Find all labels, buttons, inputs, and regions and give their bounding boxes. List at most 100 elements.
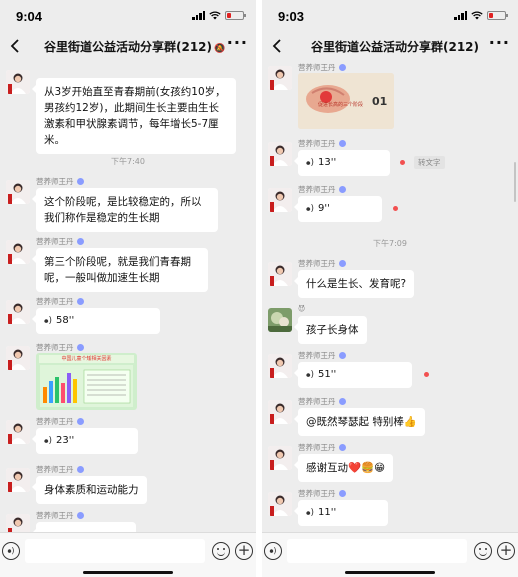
image-message[interactable]: 中国儿童个矮相关因素 — [36, 353, 137, 410]
system-icons — [454, 11, 508, 20]
voice-wave-icon: ⦁) — [306, 508, 315, 518]
left-phone-screen: 9:04 谷里街道公益活动分享群(212) 🔕 ··· 从3岁开始直至青春期前(女… — [0, 0, 256, 577]
scrollbar[interactable] — [514, 162, 516, 202]
message-bubble[interactable]: 孩子长身体 — [294, 316, 367, 344]
system-icons — [192, 11, 246, 20]
sender-name: 营养师王丹 — [36, 236, 84, 247]
voice-duration: 13'' — [318, 157, 337, 168]
voice-message[interactable]: ⦁) 11'' — [294, 500, 388, 526]
voice-message[interactable]: ⦁) 9'' — [294, 196, 382, 222]
voice-message[interactable]: ⦁) 13'' — [294, 150, 390, 176]
message-bubble[interactable]: 从3岁开始直至青春期前(女孩约10岁，男孩约12岁)，此期间生长主要由生长激素和… — [32, 78, 236, 154]
image-chart-graphic — [40, 365, 133, 407]
more-icon[interactable]: ··· — [489, 33, 510, 52]
signal-icon — [192, 11, 205, 20]
chat-title-text: 谷里街道公益活动分享群(212) — [44, 40, 213, 54]
voice-duration: 51'' — [318, 369, 337, 380]
sender-name-text: 营养师王丹 — [36, 343, 74, 352]
image-card-title: 中国儿童个矮相关因素 — [39, 355, 134, 363]
chat-title: 谷里街道公益活动分享群(212) — [306, 38, 484, 55]
badge-icon — [76, 418, 84, 425]
avatar[interactable] — [6, 514, 30, 532]
sender-name-text: 营养师王丹 — [298, 397, 336, 406]
sender-name: 营养师王丹 — [36, 342, 84, 353]
avatar[interactable] — [6, 240, 30, 264]
avatar[interactable] — [268, 492, 292, 516]
unread-dot — [400, 160, 405, 165]
badge-icon — [338, 490, 346, 497]
avatar[interactable] — [268, 400, 292, 424]
sender-name: 营养师王丹 — [36, 510, 84, 521]
voice-message[interactable]: ⦁) 51'' — [294, 362, 412, 388]
sender-name: 营养师王丹 — [298, 184, 346, 195]
sender-name: 营养师王丹 — [298, 138, 346, 149]
avatar[interactable] — [6, 300, 30, 324]
back-icon[interactable] — [270, 36, 286, 56]
voice-duration: 23'' — [56, 435, 75, 446]
voice-wave-icon: ⦁) — [44, 316, 53, 326]
sender-name: 营养师王丹 — [298, 396, 346, 407]
convert-to-text-button[interactable]: 转文字 — [414, 156, 445, 169]
more-icon[interactable]: ··· — [227, 33, 248, 52]
status-bar: 9:03 — [262, 0, 518, 30]
emoji-icon[interactable] — [212, 542, 230, 560]
sender-name-text: 营养师王丹 — [298, 259, 336, 268]
sender-name-text: 营养师王丹 — [36, 177, 74, 186]
avatar[interactable] — [6, 468, 30, 492]
message-bubble[interactable]: 感谢互动❤️🍔😁 — [293, 454, 394, 482]
voice-input-icon[interactable]: ⦁) — [2, 542, 20, 560]
avatar[interactable] — [6, 346, 30, 370]
image-message[interactable]: 促进长高的三个阶段 01 — [298, 73, 394, 129]
sender-name-text: 营养师王丹 — [36, 297, 74, 306]
badge-icon — [338, 398, 346, 405]
sender-name: 营养师王丹 — [298, 258, 346, 269]
status-time: 9:03 — [278, 9, 305, 24]
emoji-icon[interactable] — [474, 542, 492, 560]
message-bubble[interactable]: 这个阶段呢，是比较稳定的，所以我们称作是稳定的生长期 — [32, 188, 218, 232]
avatar[interactable] — [6, 70, 30, 94]
message-list[interactable]: 从3岁开始直至青春期前(女孩约10岁，男孩约12岁)，此期间生长主要由生长激素和… — [0, 62, 256, 532]
message-bubble[interactable]: 什么是生长、发育呢? — [293, 270, 415, 298]
avatar[interactable] — [268, 142, 292, 166]
avatar[interactable] — [6, 420, 30, 444]
voice-duration: 11'' — [318, 507, 337, 518]
voice-input-icon[interactable]: ⦁) — [264, 542, 282, 560]
sender-name: 营养师王丹 — [298, 62, 346, 73]
plus-icon[interactable]: + — [497, 542, 515, 560]
avatar[interactable] — [268, 354, 292, 378]
message-bubble[interactable]: 第三个阶段呢，就是我们青春期呢，一般叫做加速生长期 — [32, 248, 208, 292]
message-bubble[interactable] — [32, 522, 136, 532]
message-bubble[interactable]: @既然琴瑟起 特别棒👍 — [294, 408, 425, 436]
unread-dot — [393, 206, 398, 211]
badge-icon — [338, 140, 346, 147]
plus-icon[interactable]: + — [235, 542, 253, 560]
sender-name-text: 营养师王丹 — [298, 63, 336, 72]
avatar[interactable] — [268, 262, 292, 286]
badge-icon — [338, 352, 346, 359]
chat-navbar: 谷里街道公益活动分享群(212) 🔕 ··· — [0, 30, 256, 62]
voice-duration: 58'' — [56, 315, 75, 326]
sender-name: 营养师王丹 — [36, 176, 84, 187]
message-bubble[interactable]: 身体素质和运动能力 — [32, 476, 147, 504]
avatar[interactable] — [268, 188, 292, 212]
voice-message[interactable]: ⦁) 23'' — [32, 428, 138, 454]
voice-wave-icon: ⦁) — [306, 370, 315, 380]
chat-navbar: 谷里街道公益活动分享群(212) ··· — [262, 30, 518, 62]
back-icon[interactable] — [8, 36, 24, 56]
voice-wave-icon: ⦁) — [44, 436, 53, 446]
sender-name-text: 营养师王丹 — [36, 511, 74, 520]
avatar[interactable] — [6, 180, 30, 204]
badge-icon — [76, 512, 84, 519]
message-input[interactable] — [287, 539, 467, 563]
message-list[interactable]: 营养师王丹 促进长高的三个阶段 01 营养师王丹 ⦁) 13'' 转文字 营养师… — [262, 62, 518, 532]
voice-message[interactable]: ⦁) 58'' — [32, 308, 160, 334]
avatar[interactable] — [268, 66, 292, 90]
home-indicator — [83, 571, 173, 574]
wifi-icon — [471, 11, 483, 20]
sender-name: 营养师王丹 — [298, 442, 346, 453]
avatar[interactable] — [268, 446, 292, 470]
avatar[interactable] — [268, 308, 292, 332]
sender-name: 营养师王丹 — [36, 464, 84, 475]
sender-name-text: 营养师王丹 — [298, 489, 336, 498]
message-input[interactable] — [25, 539, 205, 563]
